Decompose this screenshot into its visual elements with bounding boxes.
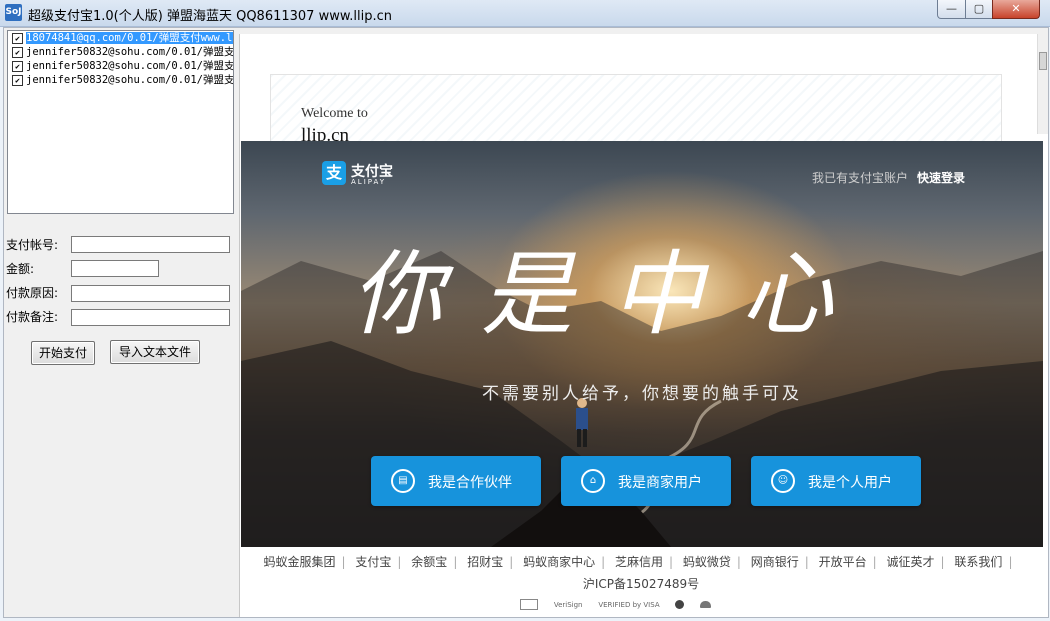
quick-login-link[interactable]: 快速登录	[917, 169, 965, 186]
app-icon: SoJ	[5, 4, 22, 21]
list-item[interactable]: ✔ 18074841@qq.com/0.01/弹盟支付www.ll	[8, 31, 233, 45]
footer-link[interactable]: 诚征英才	[887, 555, 935, 569]
has-account-text: 我已有支付宝账户	[812, 171, 909, 185]
note-input[interactable]	[71, 309, 230, 326]
list-item[interactable]: ✔ jennifer50832@sohu.com/0.01/弹盟支	[8, 59, 233, 73]
maximize-button[interactable]: ▢	[965, 0, 993, 19]
checkbox[interactable]: ✔	[12, 47, 23, 58]
alipay-logo-icon: 支	[322, 161, 346, 185]
visa-verified-badge: VERIFIED by VISA	[598, 600, 660, 609]
headline-calligraphy: 你是中心	[351, 241, 871, 348]
person-icon: ☺	[771, 469, 795, 493]
list-item[interactable]: ✔ jennifer50832@sohu.com/0.01/弹盟支	[8, 45, 233, 59]
footer-link[interactable]: 芝麻信用	[615, 555, 663, 569]
partner-button[interactable]: ▤ 我是合作伙伴	[371, 456, 541, 506]
list-item-text: 18074841@qq.com/0.01/弹盟支付www.ll	[26, 32, 233, 44]
list-item-text: jennifer50832@sohu.com/0.01/弹盟支	[26, 46, 234, 58]
store-icon: ⌂	[581, 469, 605, 493]
checkbox[interactable]: ✔	[12, 61, 23, 72]
footer-links: 蚂蚁金服集团 | 支付宝 | 余额宝 | 招财宝 | 蚂蚁商家中心 | 芝麻信用 | 蚂蚁微…	[263, 555, 1013, 569]
merchant-button[interactable]: ⌂ 我是商家用户	[561, 456, 731, 506]
account-input[interactable]	[71, 236, 230, 253]
footer-link[interactable]: 蚂蚁商家中心	[523, 555, 595, 569]
footer-link[interactable]: 余额宝	[411, 555, 447, 569]
scrollbar-thumb[interactable]	[1039, 52, 1047, 70]
partner-label: 我是合作伙伴	[428, 475, 512, 491]
footer-link[interactable]: 开放平台	[819, 555, 867, 569]
import-file-button[interactable]: 导入文本文件	[110, 340, 200, 364]
list-item-text: jennifer50832@sohu.com/0.01/弹盟支	[26, 74, 234, 86]
amount-input[interactable]	[71, 260, 159, 277]
minimize-button[interactable]: —	[937, 0, 966, 19]
scrollbar[interactable]	[1037, 34, 1048, 134]
icp-text[interactable]: 沪ICP备15027489号	[240, 575, 1042, 592]
note-label: 付款备注:	[6, 310, 59, 324]
verisign-badge: VeriSign	[553, 600, 583, 609]
certificate-icon	[520, 599, 538, 610]
reason-input[interactable]	[71, 285, 230, 302]
alipay-hero: 支 支付宝 ALIPAY 我已有支付宝账户 快速登录 你是中心 不需要别人给予，…	[241, 141, 1043, 547]
footer-link[interactable]: 网商银行	[751, 555, 799, 569]
title-bar: SoJ 超级支付宝1.0(个人版) 弹盟海蓝天 QQ8611307 www.ll…	[0, 0, 1050, 27]
browser-pane[interactable]: Welcome to llip.cn 支 支付宝 ALIPAY 我已有支付宝账户	[239, 34, 1048, 617]
trust-badges: VeriSign VERIFIED by VISA	[520, 597, 723, 610]
slogan: 不需要别人给予，你想要的触手可及	[482, 384, 802, 404]
cloud-icon	[700, 601, 712, 608]
merchant-label: 我是商家用户	[618, 475, 702, 491]
account-label: 支付帐号:	[6, 238, 59, 252]
list-item-text: jennifer50832@sohu.com/0.01/弹盟支	[26, 60, 234, 72]
footer-link[interactable]: 支付宝	[355, 555, 391, 569]
welcome-text: Welcome to	[301, 106, 368, 121]
client-area: ✔ 18074841@qq.com/0.01/弹盟支付www.ll ✔ jenn…	[3, 27, 1049, 618]
footer-link[interactable]: 招财宝	[467, 555, 503, 569]
personal-button[interactable]: ☺ 我是个人用户	[751, 456, 921, 506]
list-item[interactable]: ✔ jennifer50832@sohu.com/0.01/弹盟支	[8, 73, 233, 87]
reason-label: 付款原因:	[6, 286, 59, 300]
personal-label: 我是个人用户	[808, 475, 892, 491]
svg-text:你是中心: 你是中心	[351, 241, 871, 348]
footer-link[interactable]: 联系我们	[954, 555, 1002, 569]
account-list[interactable]: ✔ 18074841@qq.com/0.01/弹盟支付www.ll ✔ jenn…	[7, 30, 234, 214]
window-title: 超级支付宝1.0(个人版) 弹盟海蓝天 QQ8611307 www.llip.c…	[28, 9, 393, 24]
close-button[interactable]: ✕	[992, 0, 1040, 19]
alipay-logo-subtext: ALIPAY	[351, 178, 387, 186]
partner-icon: ▤	[391, 469, 415, 493]
footer-link[interactable]: 蚂蚁微贷	[683, 555, 731, 569]
amount-label: 金额:	[6, 262, 35, 276]
checkbox[interactable]: ✔	[12, 75, 23, 86]
checkbox[interactable]: ✔	[12, 33, 23, 44]
footer-link[interactable]: 蚂蚁金服集团	[264, 555, 336, 569]
shield-icon	[675, 600, 685, 609]
start-payment-button[interactable]: 开始支付	[31, 341, 95, 365]
